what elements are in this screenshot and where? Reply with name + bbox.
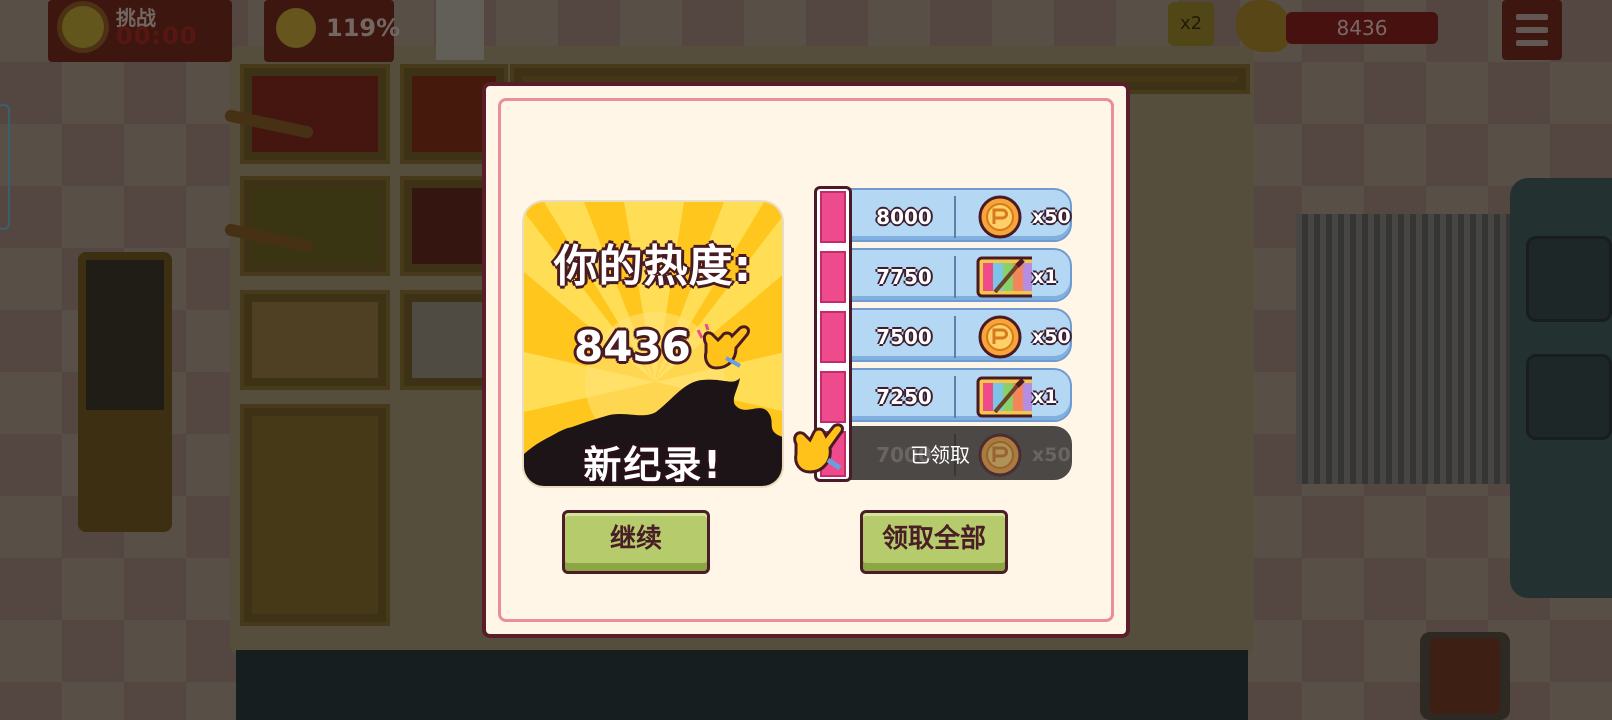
heat-card: 你的热度: 8436 新纪录!	[522, 200, 784, 488]
coin-icon	[978, 315, 1022, 359]
reward-row-8000: 8000 x50	[842, 188, 1072, 242]
shaka-hand-icon	[793, 423, 844, 474]
claimed-label: 已领取	[910, 443, 970, 467]
claim-all-button[interactable]: 领取全部	[860, 510, 1008, 574]
paint-ticket-icon	[976, 256, 1032, 298]
reward-qty: x1	[1032, 386, 1058, 408]
reward-qty: x50	[1032, 326, 1071, 348]
reward-row-7250: 7250 x1	[842, 368, 1072, 422]
reward-qty: x50	[1032, 444, 1071, 466]
reward-threshold: 8000	[876, 205, 932, 229]
new-record-label: 新纪录!	[583, 443, 723, 487]
reward-threshold: 7250	[876, 385, 932, 409]
heat-value: 8436	[574, 322, 691, 371]
coin-icon	[978, 195, 1022, 239]
heat-reward-dialog: 你的热度: 8436 新纪录! 8000 x50 7750 x1 7500 x5…	[482, 82, 1130, 638]
reward-row-7500: 7500 x50	[842, 308, 1072, 362]
reward-row-7750: 7750 x1	[842, 248, 1072, 302]
shaka-hand-icon	[696, 324, 750, 370]
paint-ticket-icon	[976, 376, 1032, 418]
heat-title: 你的热度:	[553, 240, 753, 293]
reward-threshold: 7500	[876, 325, 932, 349]
coin-icon	[978, 433, 1022, 477]
reward-qty: x50	[1032, 206, 1071, 228]
reward-qty: x1	[1032, 266, 1058, 288]
reward-row-7000: 7000 x50 已领取	[842, 426, 1072, 480]
continue-button[interactable]: 继续	[562, 510, 710, 574]
reward-threshold: 7750	[876, 265, 932, 289]
